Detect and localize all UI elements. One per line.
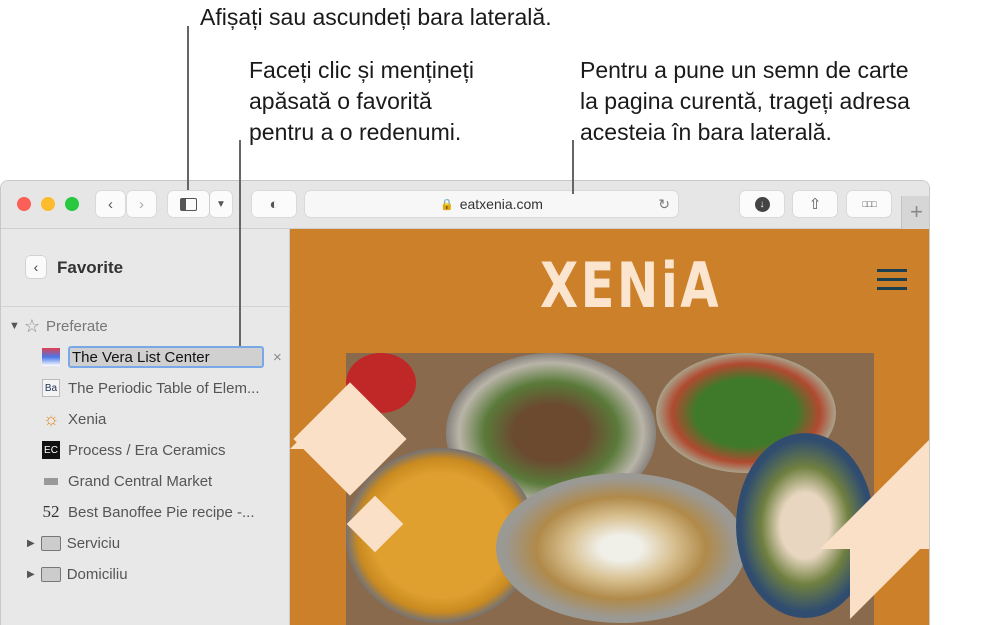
disclosure-right-icon: ▶ — [27, 568, 35, 580]
sidebar: ‹ Favorite ▼ ☆ Preferate × Ba The Period… — [1, 229, 290, 625]
zoom-button[interactable] — [65, 197, 79, 211]
xenia-logo: XENiA — [540, 249, 722, 322]
sidebar-back-button[interactable]: ‹ — [26, 256, 46, 278]
callout-pointer — [572, 140, 574, 194]
url-text: eatxenia.com — [459, 196, 543, 212]
share-button[interactable]: ⇧ — [793, 191, 837, 217]
callout-line: Pentru a pune un semn de carte — [580, 57, 909, 83]
sidebar-section-preferate[interactable]: ▼ ☆ Preferate — [1, 312, 290, 340]
food-photo — [346, 353, 874, 625]
back-button[interactable]: ‹ — [96, 191, 125, 217]
callout-line: la pagina curentă, trageți adresa — [580, 88, 910, 114]
item-label: The Periodic Table of Elem... — [68, 379, 260, 397]
grid-icon: □□□ — [862, 199, 876, 209]
web-content: XENiA — [290, 229, 929, 625]
address-bar[interactable]: 🔒 eatxenia.com ↻ — [305, 191, 678, 217]
folder-serviciu[interactable]: ▶ Serviciu — [1, 529, 290, 557]
sidebar-title: Favorite — [57, 258, 124, 277]
list-item[interactable]: EC Process / Era Ceramics — [1, 436, 290, 464]
food52-favicon: 52 — [42, 502, 60, 521]
folder-domiciliu[interactable]: ▶ Domiciliu — [1, 560, 290, 588]
item-label: Xenia — [68, 410, 107, 428]
callout-pointer — [187, 26, 189, 190]
decor-triangle — [850, 539, 929, 619]
sidebar-menu-button[interactable]: ▼ — [210, 191, 232, 217]
share-icon: ⇧ — [808, 196, 822, 213]
callout-line: apăsată o favorită — [249, 88, 432, 114]
hamburger-menu-icon[interactable] — [877, 269, 907, 296]
reload-icon[interactable]: ↻ — [658, 196, 670, 213]
forward-button[interactable]: › — [127, 191, 156, 217]
item-label: Grand Central Market — [68, 472, 213, 490]
chevron-left-icon: ‹ — [108, 195, 113, 213]
list-item[interactable]: 52 Best Banoffee Pie recipe -... — [1, 498, 290, 526]
minimize-button[interactable] — [41, 197, 55, 211]
chevron-left-icon: ‹ — [33, 259, 39, 275]
new-tab-button[interactable]: + — [901, 196, 929, 229]
shield-icon: ◐ — [269, 195, 279, 213]
sidebar-header: ‹ Favorite — [1, 229, 289, 307]
callout-line: Faceți clic și mențineți — [249, 57, 474, 83]
grand-central-favicon — [42, 472, 60, 490]
download-icon: ↓ — [754, 196, 770, 212]
item-label: Best Banoffee Pie recipe -... — [68, 503, 255, 521]
folder-label: Serviciu — [66, 534, 121, 552]
sidebar-icon — [180, 197, 197, 211]
list-item[interactable]: Ba The Periodic Table of Elem... — [1, 374, 290, 402]
lock-icon: 🔒 — [440, 198, 454, 211]
periodic-table-favicon: Ba — [42, 379, 60, 397]
rename-input[interactable] — [68, 346, 264, 368]
item-label: Process / Era Ceramics — [68, 441, 226, 459]
browser-window: ‹ › ▼ ◐ 🔒 eatxenia.com ↻ ↓ ⇧ □□□ + ‹ Fav… — [0, 180, 930, 625]
era-ceramics-favicon: EC — [42, 441, 60, 459]
xenia-sun-favicon: ☼ — [42, 408, 60, 429]
callout-line: acesteia în bara laterală. — [580, 119, 832, 145]
clear-icon[interactable]: × — [273, 349, 282, 366]
callout-line: pentru a o redenumi. — [249, 119, 462, 145]
sidebar-toggle-button[interactable] — [168, 191, 209, 217]
list-item-editing[interactable]: × — [1, 343, 290, 371]
privacy-report-button[interactable]: ◐ — [252, 191, 296, 217]
tab-overview-button[interactable]: □□□ — [847, 191, 891, 217]
chevron-right-icon: › — [139, 195, 144, 213]
callout-pointer — [239, 140, 241, 346]
vera-list-favicon — [42, 348, 60, 366]
disclosure-right-icon: ▶ — [27, 537, 35, 549]
disclosure-down-icon: ▼ — [9, 320, 20, 332]
callout-bookmark: Pentru a pune un semn de carte la pagina… — [580, 55, 910, 148]
star-icon: ☆ — [23, 315, 41, 336]
folder-icon — [40, 535, 61, 551]
section-label: Preferate — [46, 317, 108, 335]
close-button[interactable] — [17, 197, 31, 211]
callout-sidebar-toggle: Afișați sau ascundeți bara laterală. — [200, 4, 552, 30]
toolbar: ‹ › ▼ ◐ 🔒 eatxenia.com ↻ ↓ ⇧ □□□ + — [1, 181, 929, 229]
decor-triangle — [820, 439, 929, 549]
folder-icon — [40, 566, 61, 582]
chevron-down-icon: ▼ — [216, 198, 226, 210]
downloads-button[interactable]: ↓ — [740, 191, 784, 217]
folder-label: Domiciliu — [66, 565, 128, 583]
list-item[interactable]: Grand Central Market — [1, 467, 290, 495]
callout-rename: Faceți clic și mențineți apăsată o favor… — [249, 55, 474, 148]
list-item[interactable]: ☼ Xenia — [1, 405, 290, 433]
